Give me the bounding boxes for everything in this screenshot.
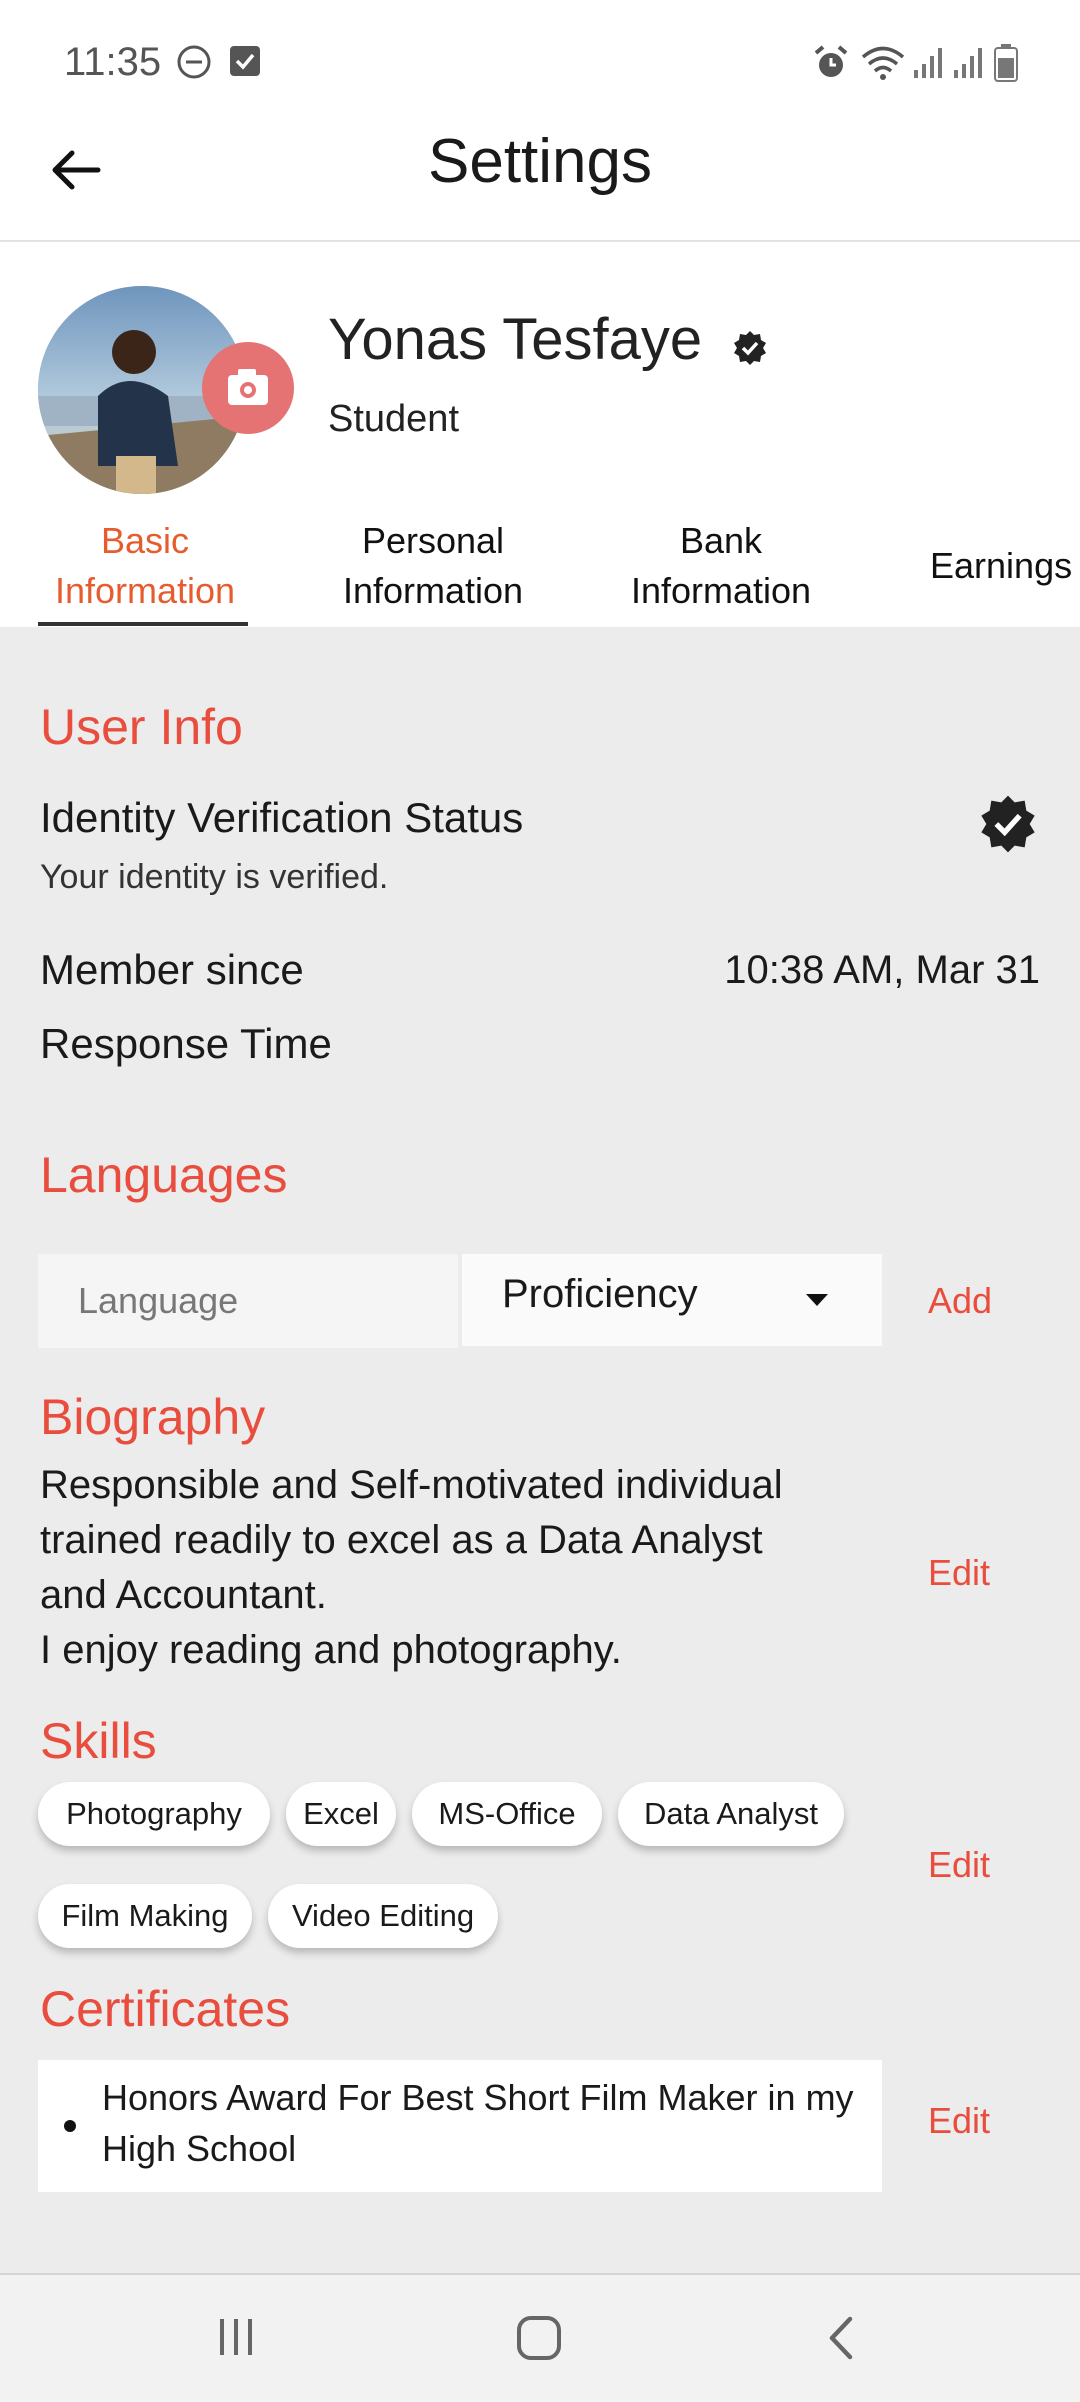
member-since-value: 10:38 AM, Mar 31 bbox=[724, 948, 1040, 992]
back-arrow-icon[interactable] bbox=[46, 140, 106, 200]
verified-badge-icon bbox=[981, 795, 1035, 853]
identity-status-text: Your identity is verified. bbox=[40, 858, 389, 896]
active-tab-indicator bbox=[38, 622, 248, 626]
proficiency-selected: Proficiency bbox=[502, 1272, 698, 1316]
edit-biography-button[interactable]: Edit bbox=[928, 1552, 990, 1594]
response-time-label: Response Time bbox=[40, 1020, 332, 1067]
skill-chip: Data Analyst bbox=[618, 1782, 844, 1846]
bullet bbox=[64, 2120, 76, 2132]
wifi-icon bbox=[861, 46, 905, 80]
skills-heading: Skills bbox=[40, 1713, 157, 1769]
chevron-down-icon bbox=[806, 1294, 828, 1306]
battery-icon bbox=[994, 44, 1018, 82]
edit-certificates-button[interactable]: Edit bbox=[928, 2100, 990, 2142]
alarm-icon bbox=[814, 45, 848, 77]
add-language-button[interactable]: Add bbox=[928, 1280, 992, 1322]
back-nav-icon[interactable] bbox=[822, 2315, 862, 2361]
signal-icon bbox=[914, 48, 942, 78]
recent-apps-icon[interactable] bbox=[214, 2315, 258, 2359]
status-time: 11:35 bbox=[64, 40, 162, 84]
skill-chip: Video Editing bbox=[268, 1884, 498, 1948]
change-photo-button[interactable] bbox=[202, 342, 294, 434]
system-nav-bar bbox=[0, 2273, 1080, 2402]
tab-personal-information[interactable]: Personal Information bbox=[298, 516, 568, 616]
signal-icon bbox=[954, 48, 982, 78]
skill-chip: MS-Office bbox=[412, 1782, 602, 1846]
edit-skills-button[interactable]: Edit bbox=[928, 1844, 990, 1886]
tab-bank-information[interactable]: Bank Information bbox=[586, 516, 856, 616]
languages-heading: Languages bbox=[40, 1147, 288, 1203]
biography-text: Responsible and Self-motivated individua… bbox=[40, 1463, 783, 1672]
app-bar: Settings bbox=[0, 110, 1080, 242]
profile-name: Yonas Tesfaye bbox=[328, 307, 703, 372]
skill-chip: Film Making bbox=[38, 1884, 252, 1948]
tab-earnings[interactable]: Earnings bbox=[930, 541, 1080, 591]
dnd-icon bbox=[177, 45, 211, 79]
user-info-heading: User Info bbox=[40, 699, 243, 755]
proficiency-select[interactable]: Proficiency bbox=[462, 1254, 882, 1346]
skill-chip: Photography bbox=[38, 1782, 270, 1846]
identity-verification-label: Identity Verification Status bbox=[40, 794, 524, 841]
camera-icon bbox=[228, 369, 268, 405]
profile-role: Student bbox=[328, 398, 459, 440]
verified-badge-icon bbox=[734, 331, 766, 365]
language-placeholder: Language bbox=[78, 1280, 239, 1321]
certificates-list: Honors Award For Best Short Film Maker i… bbox=[38, 2060, 882, 2192]
language-input[interactable]: Language bbox=[38, 1254, 458, 1348]
list-item: Honors Award For Best Short Film Maker i… bbox=[102, 2077, 854, 2169]
home-icon[interactable] bbox=[514, 2313, 564, 2363]
member-since-label: Member since bbox=[40, 946, 304, 993]
biography-heading: Biography bbox=[40, 1389, 266, 1445]
check-box-icon bbox=[230, 46, 260, 76]
skill-chip: Excel bbox=[286, 1782, 396, 1846]
certificates-heading: Certificates bbox=[40, 1981, 291, 2037]
tab-basic-information[interactable]: Basic Information bbox=[10, 516, 280, 616]
page-title: Settings bbox=[427, 127, 653, 196]
